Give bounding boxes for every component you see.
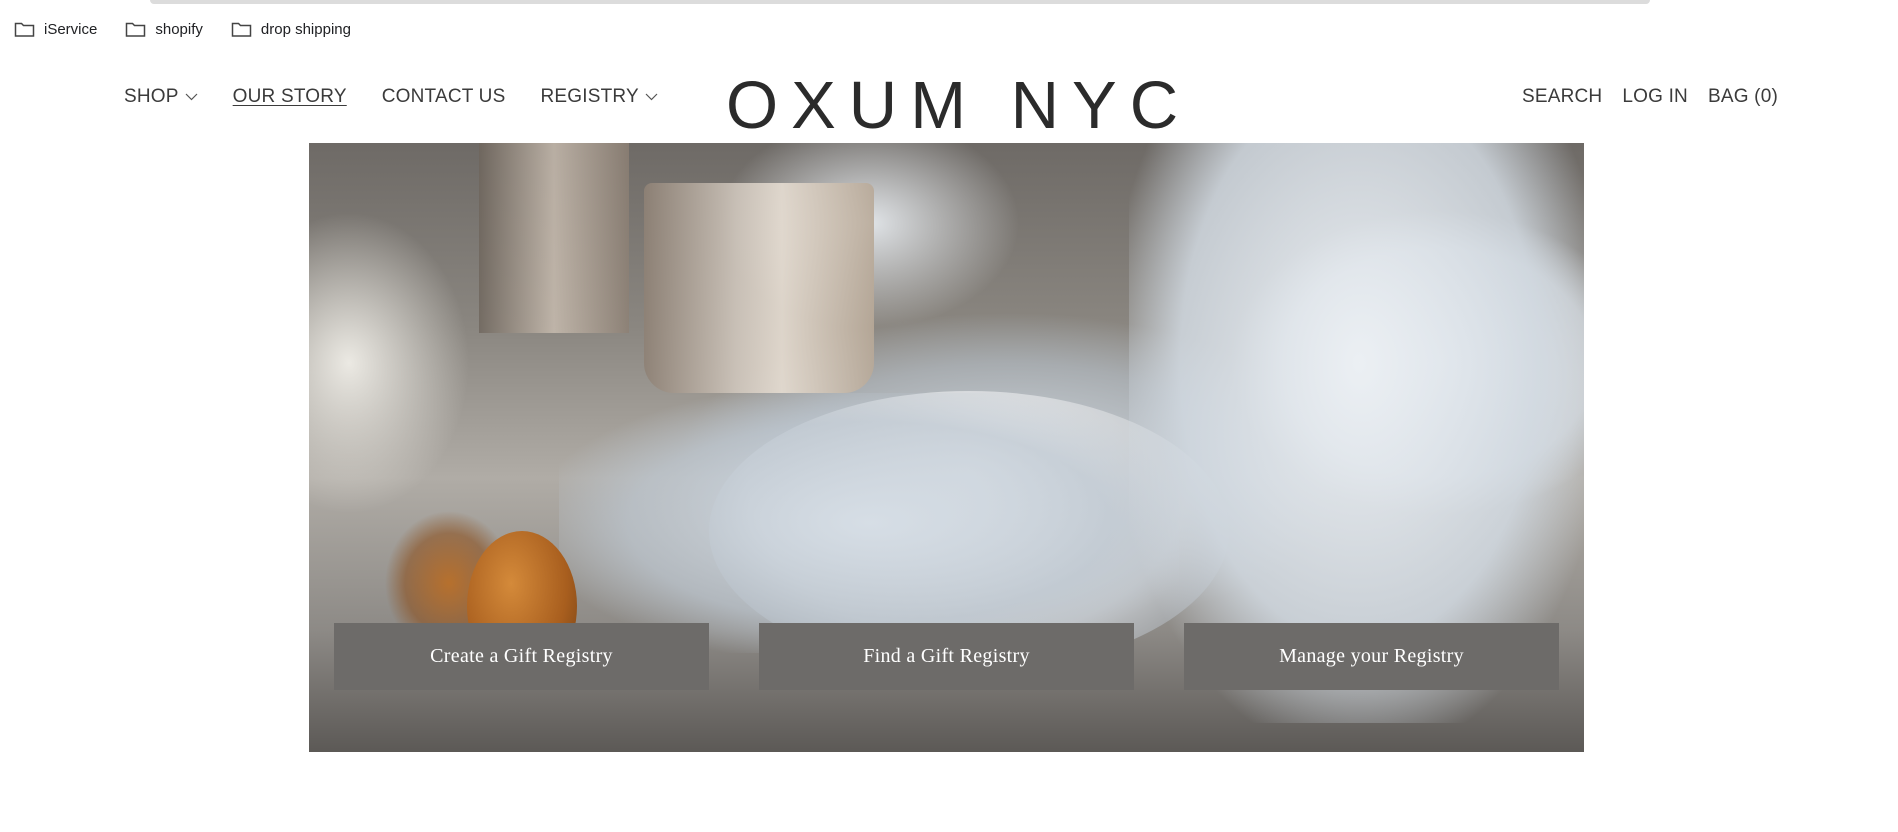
bookmark-shopify[interactable]: shopify [125, 21, 203, 38]
nav-registry[interactable]: REGISTRY [540, 86, 658, 108]
bookmarks-bar: iService shopify drop shipping [0, 0, 1898, 58]
nav-registry-label: REGISTRY [540, 86, 639, 107]
folder-icon [14, 22, 35, 37]
site-header: SHOP OUR STORY CONTACT US REGISTRY OXUM … [0, 58, 1898, 143]
bookmark-drop-shipping[interactable]: drop shipping [231, 21, 351, 38]
utility-nav: SEARCH LOG IN BAG (0) [1502, 86, 1778, 108]
folder-icon [126, 22, 146, 37]
site-logo[interactable]: OXUM NYC [726, 66, 1178, 146]
hero-foam-center [559, 393, 1179, 653]
hero-cup [644, 183, 874, 393]
nav-bag[interactable]: BAG (0) [1708, 86, 1778, 108]
chevron-down-icon [185, 93, 198, 101]
chevron-down-icon [645, 93, 658, 101]
nav-contact-us[interactable]: CONTACT US [382, 86, 506, 108]
manage-registry-button[interactable]: Manage your Registry [1184, 623, 1559, 690]
nav-log-in[interactable]: LOG IN [1622, 86, 1688, 108]
nav-our-story-label: OUR STORY [232, 86, 347, 107]
nav-contact-us-label: CONTACT US [381, 86, 506, 107]
bookmark-iservice[interactable]: iService [14, 21, 97, 38]
find-gift-registry-button[interactable]: Find a Gift Registry [759, 623, 1134, 690]
folder-icon [231, 22, 252, 37]
bookmark-label: iService [44, 20, 98, 38]
nav-shop[interactable]: SHOP [124, 86, 198, 108]
primary-nav: SHOP OUR STORY CONTACT US REGISTRY [124, 86, 693, 108]
create-gift-registry-button[interactable]: Create a Gift Registry [334, 623, 709, 690]
nav-our-story[interactable]: OUR STORY [233, 86, 347, 108]
hero-cup-left [479, 143, 629, 333]
bookmark-label: drop shipping [260, 20, 351, 38]
nav-search[interactable]: SEARCH [1522, 86, 1602, 108]
nav-shop-label: SHOP [124, 86, 179, 107]
bookmark-label: shopify [155, 20, 203, 38]
